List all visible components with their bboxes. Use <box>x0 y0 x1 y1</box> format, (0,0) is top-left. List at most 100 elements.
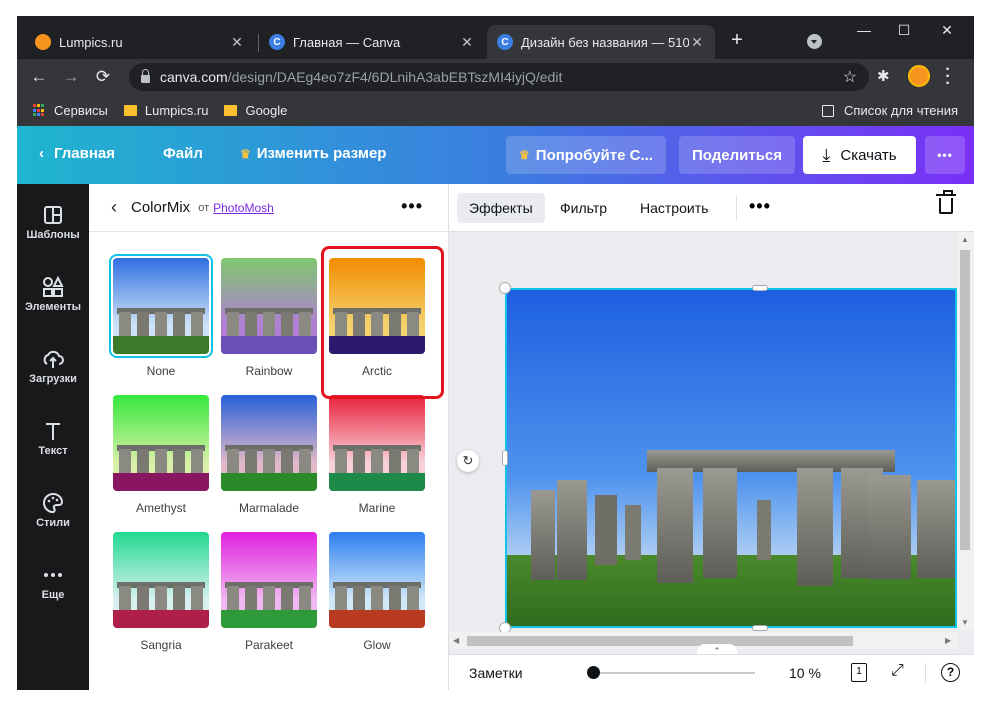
vertical-scrollbar[interactable]: ▲ ▼ <box>957 232 974 630</box>
horizontal-scroll-thumb[interactable] <box>467 636 853 646</box>
stones-graphic <box>225 582 313 610</box>
close-tab-icon[interactable]: ✕ <box>689 34 705 51</box>
preset-thumbnail[interactable] <box>329 532 425 628</box>
bookmark-lumpics[interactable]: Lumpics.ru <box>123 103 208 118</box>
preset-thumbnail[interactable] <box>221 532 317 628</box>
toolbar-more-button[interactable]: ••• <box>749 196 771 217</box>
forward-arrow-icon[interactable]: → <box>59 65 83 89</box>
panel-more-button[interactable]: ••• <box>401 196 423 217</box>
nav-elements[interactable]: Элементы <box>17 260 89 332</box>
crown-icon: ♛ <box>519 148 530 162</box>
ground-band <box>221 610 317 628</box>
stones-graphic <box>225 445 313 473</box>
orange-icon <box>35 34 51 50</box>
back-arrow-icon[interactable]: ← <box>27 65 51 89</box>
reading-list-button[interactable]: Список для чтения <box>822 103 958 118</box>
preset-thumbnail[interactable] <box>221 258 317 354</box>
editor: Эффекты Фильтр Настроить ••• ↻ ▲ ▼ ◀ ▶ ⌃… <box>449 184 974 690</box>
resize-handle[interactable] <box>752 625 768 631</box>
bookmark-star-icon[interactable]: ☆ <box>843 67 857 87</box>
panel-by: от <box>198 201 210 214</box>
nav-templates[interactable]: Шаблоны <box>17 188 89 260</box>
footer-divider <box>925 663 926 683</box>
panel-title: ColorMix <box>131 199 191 216</box>
new-tab-button[interactable]: + <box>725 29 749 52</box>
preset-label: Amethyst <box>135 501 186 515</box>
tab-canva-home[interactable]: C Главная — Canva ✕ <box>259 25 485 59</box>
bookmark-google[interactable]: Google <box>224 103 287 118</box>
nav-text[interactable]: Текст <box>17 404 89 476</box>
folder-icon <box>123 105 137 116</box>
download-label: Скачать <box>840 146 897 164</box>
chevron-left-icon[interactable]: ‹ <box>111 197 125 218</box>
tab-lumpics[interactable]: Lumpics.ru ✕ <box>25 25 255 59</box>
reading-list-label: Список для чтения <box>844 103 958 118</box>
file-menu[interactable]: Файл <box>163 145 203 162</box>
browser-toolbar: ← → ⟳ canva.com/design/DAEg4eo7zF4/6DLni… <box>17 59 974 95</box>
help-icon[interactable]: ? <box>941 663 960 682</box>
preset-thumbnail[interactable] <box>113 395 209 491</box>
close-tab-icon[interactable]: ✕ <box>229 34 245 51</box>
upload-icon <box>43 350 64 368</box>
fullscreen-icon[interactable]: ⤢ <box>891 662 904 680</box>
profile-avatar[interactable] <box>908 65 930 87</box>
canva-icon: C <box>497 34 513 50</box>
nav-label: Еще <box>41 589 65 601</box>
reload-icon[interactable]: ⟳ <box>91 65 115 89</box>
canvas-area: ↻ ▲ ▼ ◀ ▶ ⌃ <box>449 232 974 658</box>
bookmarks-bar: Сервисы Lumpics.ru Google Список для чте… <box>17 95 974 126</box>
preset-thumbnail[interactable] <box>329 395 425 491</box>
close-window-button[interactable]: ✕ <box>927 22 967 39</box>
browser-window: Lumpics.ru ✕ C Главная — Canva ✕ C Дизай… <box>17 16 974 690</box>
notes-button[interactable]: Заметки <box>469 665 523 681</box>
preset-label: Glow <box>363 638 391 652</box>
maximize-button[interactable]: ☐ <box>884 22 924 39</box>
tab-title: Главная — Canva <box>293 34 401 50</box>
try-pro-button[interactable]: ♛ Попробуйте С... <box>506 136 666 174</box>
tab-canva-design[interactable]: C Дизайн без названия — 5100 ✕ <box>487 25 715 59</box>
bookmark-services[interactable]: Сервисы <box>33 103 108 118</box>
lock-icon <box>141 69 150 83</box>
close-tab-icon[interactable]: ✕ <box>459 34 475 51</box>
resize-button[interactable]: ♛ Изменить размер <box>240 145 386 162</box>
author-link[interactable]: PhotoMosh <box>213 201 274 215</box>
download-button[interactable]: ⤓ Скачать <box>803 136 916 174</box>
share-button[interactable]: Поделиться <box>679 136 795 174</box>
stonehenge-photo[interactable] <box>505 288 957 628</box>
vertical-scroll-thumb[interactable] <box>960 250 970 550</box>
tab-title: Lumpics.ru <box>59 34 123 50</box>
nav-styles[interactable]: Стили <box>17 476 89 548</box>
effects-button[interactable]: Эффекты <box>457 193 545 223</box>
folder-icon <box>224 105 238 116</box>
try-pro-label: Попробуйте С... <box>535 146 653 164</box>
adjust-button[interactable]: Настроить <box>628 193 720 223</box>
chevron-left-icon: ‹ <box>39 145 44 162</box>
resize-handle[interactable] <box>502 450 508 466</box>
preset-thumbnail[interactable] <box>109 254 213 358</box>
home-link[interactable]: ‹ Главная <box>39 145 115 162</box>
filter-button[interactable]: Фильтр <box>548 193 619 223</box>
ground-band <box>329 610 425 628</box>
templates-icon <box>44 206 62 224</box>
zoom-slider-knob[interactable] <box>587 666 600 679</box>
nav-more[interactable]: Еще <box>17 548 89 620</box>
preset-thumbnail[interactable] <box>113 532 209 628</box>
ground-band <box>221 336 317 354</box>
extensions-puzzle-icon[interactable]: ✱ <box>877 67 890 85</box>
rotate-icon[interactable]: ↻ <box>457 450 479 472</box>
zoom-slider[interactable] <box>589 672 755 674</box>
tab-search-icon[interactable] <box>807 34 822 49</box>
zoom-value[interactable]: 10 % <box>789 665 821 681</box>
resize-handle[interactable] <box>499 282 511 294</box>
browser-menu-icon[interactable]: · · · <box>944 62 952 92</box>
more-options-button[interactable]: ••• <box>925 136 965 174</box>
minimize-button[interactable]: — <box>844 22 884 38</box>
preset-thumbnail[interactable] <box>221 395 317 491</box>
nav-uploads[interactable]: Загрузки <box>17 332 89 404</box>
apps-icon <box>33 104 46 117</box>
address-bar[interactable]: canva.com/design/DAEg4eo7zF4/6DLnihA3abE… <box>129 63 869 91</box>
nav-label: Шаблоны <box>26 229 80 241</box>
page-count-button[interactable]: 1 <box>851 663 867 682</box>
resize-handle[interactable] <box>752 285 768 291</box>
trash-icon[interactable] <box>936 190 956 214</box>
